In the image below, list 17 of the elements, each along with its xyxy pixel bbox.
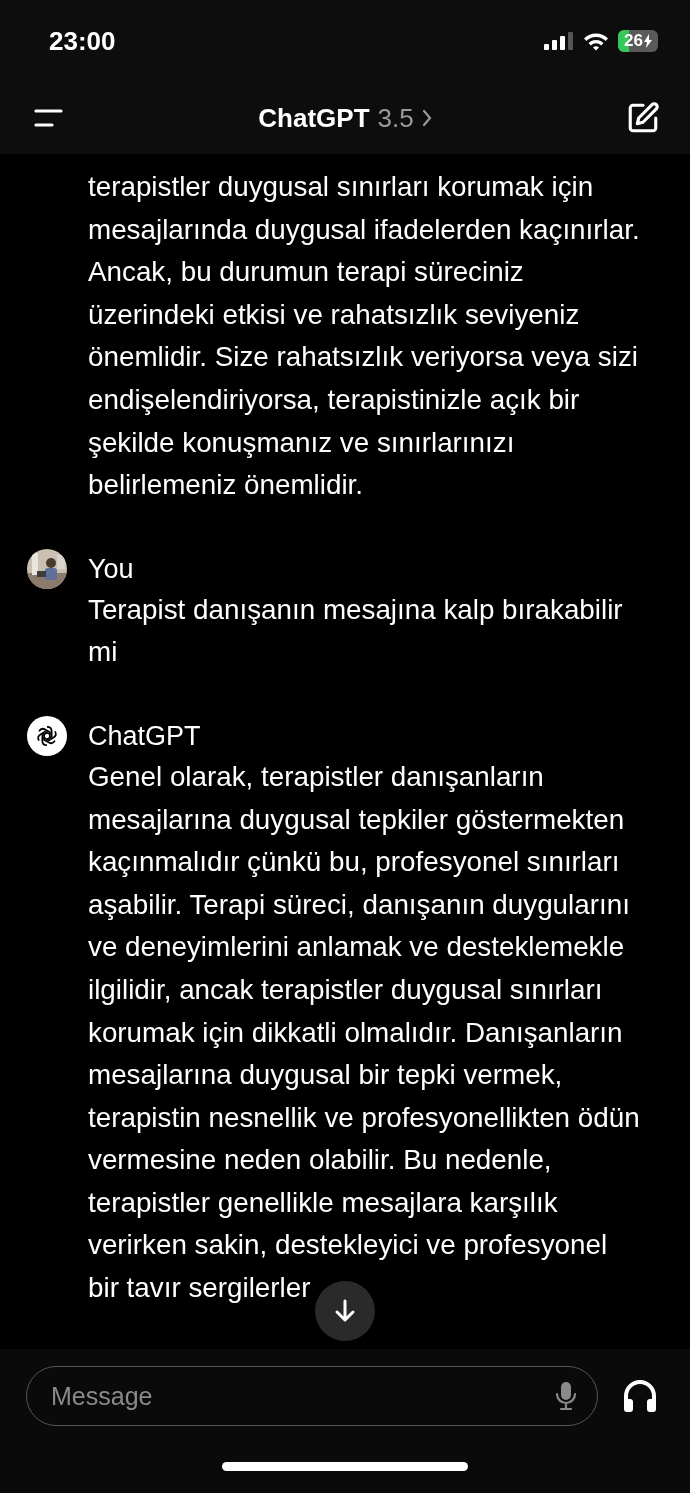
chevron-icon[interactable] [421,109,432,127]
signal-icon [544,32,574,50]
sender-name: You [88,552,135,586]
menu-button[interactable] [32,108,64,128]
message-text: Terapist danışanın mesajına kalp bırakabilir mi [88,592,624,670]
sender-name: ChatGPT [88,719,202,753]
message-text: terapistler duygusal sınırları korumak için mesajlarında duygusal ifadelerden kaçınırlar. Ancak, bu durumun terapi süreciniz üzerindeki etkisi ve rahatsızlık seviyeniz önemlidir. Size rahatsızlık veriyorsa veya sizi endişelendiriyorsa, terapistinizle açık bir şekilde konuşmanız ve sınırlarınızı belirlemeniz önemlidir. [88,170,640,503]
new-chat-button[interactable] [626,101,660,135]
microphone-icon[interactable] [555,1381,577,1411]
app-title: ChatGPT [258,102,370,134]
headphones-button[interactable] [622,1379,658,1413]
arrow-down-icon[interactable] [333,1298,357,1324]
scroll-down-button[interactable] [315,1281,375,1341]
status-time: 23:00 [49,25,116,57]
wifi-icon [583,31,609,51]
message-text: Genel olarak, terapistler danışanların mesajlarına duygusal tepkiler göstermekten kaçınmalıdır çünkü bu, profesyonel sınırları aşabilir. Terapi süreci, danışanın duygularını ve deneyimlerini anlamak ve desteklemekle ilgilidir, ancak terapistler duygusal sınırları korumak için dikkatli olmalıdır. Danışanların mesajlarına duygusal bir tepki vermek, terapistin nesnellik ve profesyonellikten ödün vermesine neden olabilir. Bu nedenle, terapistler genellikle mesajlara karşılık verirken sakin, destekleyici ve profesyonel bir tavır sergilerler [88,759,640,1306]
model-version[interactable]: 3.5 [377,102,414,134]
